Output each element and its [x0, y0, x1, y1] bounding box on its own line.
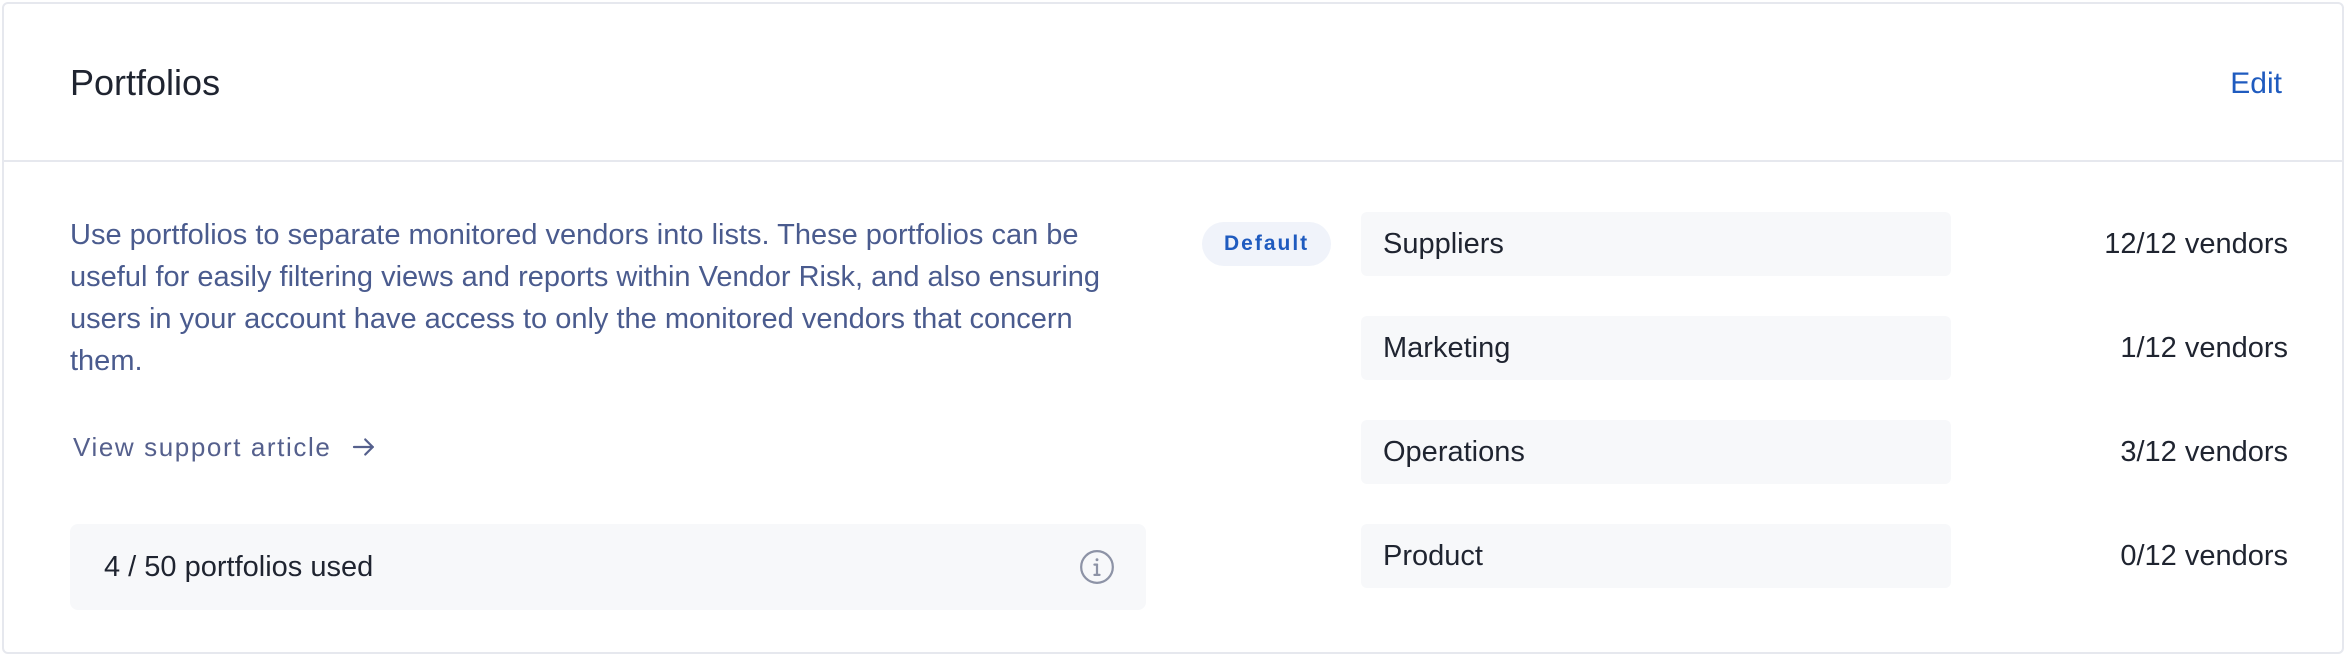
portfolio-vendor-count: 3/12 vendors [2120, 436, 2288, 468]
portfolio-name-cell: Operations [1361, 420, 1951, 484]
portfolio-name: Marketing [1383, 332, 1511, 364]
portfolio-usage-box: 4 / 50 portfolios used [70, 524, 1146, 610]
portfolio-row-operations: Operations 3/12 vendors [1361, 420, 2288, 484]
portfolio-row-marketing: Marketing 1/12 vendors [1361, 316, 2288, 380]
portfolio-name: Operations [1383, 436, 1525, 468]
portfolio-vendor-count: 12/12 vendors [2104, 228, 2288, 260]
portfolios-card: Portfolios Edit Use portfolios to separa… [2, 2, 2344, 654]
portfolio-vendor-count: 0/12 vendors [2120, 540, 2288, 572]
portfolio-row-suppliers: Suppliers 12/12 vendors [1361, 212, 2288, 276]
portfolio-vendor-count: 1/12 vendors [2120, 332, 2288, 364]
portfolio-name-cell: Suppliers [1361, 212, 1951, 276]
portfolio-name: Product [1383, 540, 1483, 572]
card-title: Portfolios [70, 62, 221, 103]
intro-section: Use portfolios to separate monitored ven… [70, 214, 1150, 468]
portfolios-description: Use portfolios to separate monitored ven… [70, 219, 1101, 377]
info-icon[interactable] [1078, 548, 1116, 586]
portfolio-name-cell: Marketing [1361, 316, 1951, 380]
edit-link[interactable]: Edit [2230, 64, 2282, 104]
support-link-label: View support article [73, 431, 332, 462]
arrow-right-icon [353, 438, 375, 456]
portfolio-name: Suppliers [1383, 228, 1504, 260]
portfolio-usage-text: 4 / 50 portfolios used [104, 551, 374, 583]
view-support-article-link[interactable]: View support article [73, 426, 1150, 468]
portfolio-name-cell: Product [1361, 524, 1951, 588]
card-header: Portfolios Edit [4, 4, 2342, 162]
portfolio-row-product: Product 0/12 vendors [1361, 524, 2288, 588]
default-badge: Default [1202, 222, 1332, 266]
